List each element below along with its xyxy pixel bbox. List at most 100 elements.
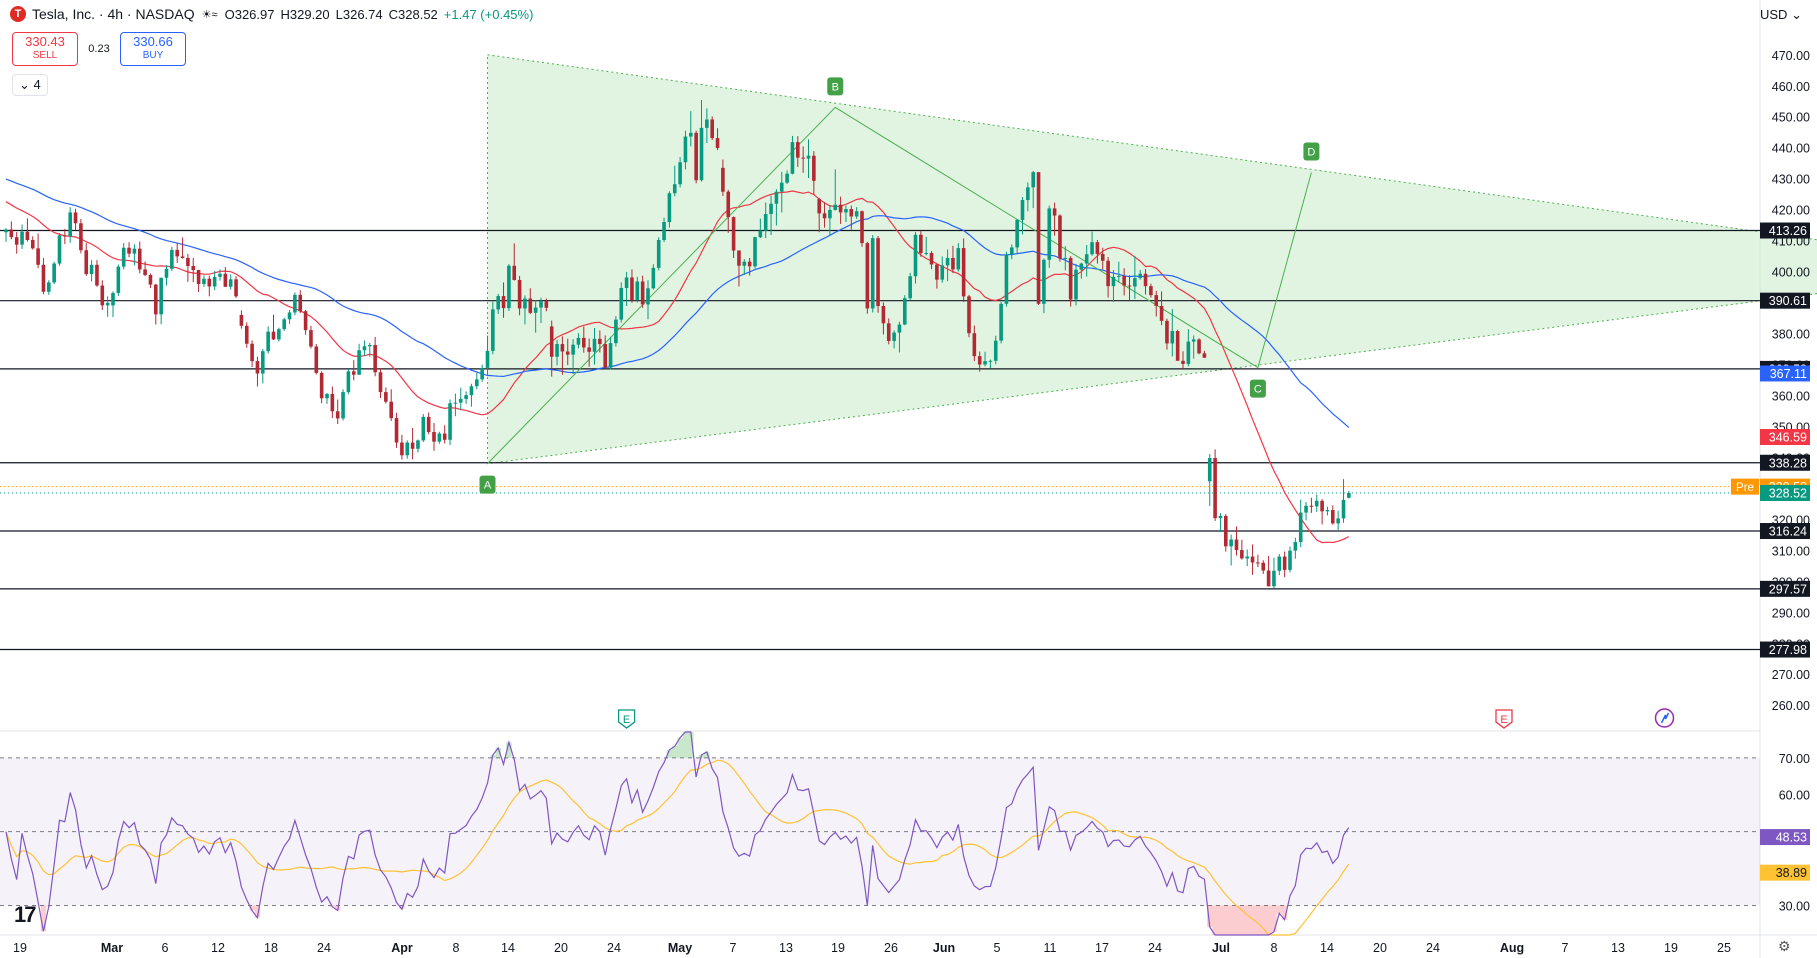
- earnings-label: E: [623, 714, 630, 726]
- candle-body: [212, 276, 217, 287]
- candle-body: [143, 269, 147, 275]
- candle-body: [255, 361, 260, 374]
- candle-body: [335, 411, 340, 419]
- time-tick-label: 24: [607, 941, 621, 955]
- tradingview-logo-icon[interactable]: 17: [14, 902, 37, 928]
- candle-body: [886, 323, 891, 341]
- candle-body: [1133, 278, 1137, 287]
- time-tick-label: 12: [211, 941, 225, 955]
- candle-body: [1304, 505, 1308, 513]
- candle-body: [582, 337, 586, 348]
- candle-body: [763, 213, 768, 231]
- time-tick-label: 13: [779, 941, 793, 955]
- candle-body: [442, 433, 447, 440]
- pattern-label-c: C: [1254, 384, 1262, 396]
- rsi-oversold-fill: [1276, 905, 1282, 914]
- time-tick-label: May: [668, 941, 692, 955]
- candle-body: [903, 298, 907, 325]
- candle-body: [1063, 257, 1068, 259]
- candle-body: [1165, 320, 1169, 344]
- candle-body: [148, 275, 153, 285]
- price-tick-label: 420.00: [1772, 204, 1810, 218]
- candle-body: [1266, 570, 1271, 587]
- candle-body: [1293, 541, 1298, 551]
- time-tick-label: 26: [884, 941, 898, 955]
- candle-body: [742, 261, 747, 266]
- sell-price: 330.43: [25, 34, 65, 49]
- candle-body: [1261, 562, 1266, 571]
- price-tick-label: 260.00: [1772, 699, 1810, 713]
- candle-body: [630, 277, 634, 301]
- candle-body: [400, 442, 404, 456]
- sell-button[interactable]: 330.43 SELL: [12, 32, 78, 66]
- candle-body: [191, 266, 196, 271]
- candle-body: [1090, 242, 1094, 255]
- rsi-oversold-fill: [1265, 905, 1272, 935]
- symbol-title[interactable]: Tesla, Inc. · 4h · NASDAQ: [32, 6, 195, 22]
- candle-body: [271, 331, 276, 340]
- candle-body: [282, 319, 286, 330]
- candle-body: [1186, 341, 1191, 364]
- candle-body: [1191, 339, 1196, 342]
- candle-body: [79, 223, 83, 251]
- candle-body: [1149, 286, 1153, 296]
- rsi-overbought-fill: [682, 732, 689, 758]
- time-tick-label: 6: [162, 941, 169, 955]
- candle-body: [523, 298, 527, 309]
- price-tick-label: 470.00: [1772, 49, 1810, 63]
- candle-body: [202, 278, 206, 284]
- candle-body: [828, 209, 832, 219]
- candle-body: [1047, 208, 1052, 260]
- candle-body: [1154, 295, 1159, 306]
- candle-body: [105, 302, 110, 306]
- candle-body: [330, 393, 335, 412]
- candle-body: [491, 309, 495, 351]
- ohlc-change: +1.47 (+0.45%): [443, 6, 534, 22]
- candle-body: [100, 285, 105, 306]
- candle-body: [309, 330, 313, 347]
- candle-body: [667, 193, 672, 223]
- price-chart[interactable]: ABCDEE260.00270.00280.00290.00300.00310.…: [0, 0, 1817, 958]
- currency-selector[interactable]: USD ⌄: [1760, 7, 1802, 23]
- candle-body: [817, 199, 821, 214]
- candle-body: [228, 279, 233, 287]
- candle-body: [196, 270, 201, 284]
- time-tick-label: 5: [994, 941, 1001, 955]
- candle-body: [57, 235, 62, 264]
- buy-label: BUY: [142, 50, 164, 61]
- candle-body: [180, 256, 185, 258]
- rsi-oversold-fill: [1212, 905, 1218, 935]
- candle-body: [239, 314, 244, 326]
- rsi-tick-label: 60.00: [1779, 789, 1810, 803]
- buy-button[interactable]: 330.66 BUY: [120, 32, 186, 66]
- candle-body: [812, 155, 816, 181]
- candle-body: [111, 292, 115, 306]
- candle-body: [517, 279, 522, 309]
- candle-body: [528, 298, 533, 313]
- candle-body: [507, 265, 511, 309]
- candle-body: [951, 257, 955, 270]
- candle-body: [1138, 273, 1142, 279]
- candle-body: [1052, 208, 1057, 216]
- candle-body: [223, 273, 228, 287]
- candle-body: [796, 142, 800, 158]
- time-tick-label: 7: [730, 941, 737, 955]
- candle-body: [689, 132, 693, 137]
- candle-body: [892, 332, 896, 341]
- candle-body: [790, 142, 795, 174]
- candle-body: [1084, 254, 1089, 264]
- candle-body: [865, 243, 870, 309]
- price-tick-label: 400.00: [1772, 266, 1810, 280]
- candle-body: [838, 204, 843, 213]
- rsi-badge-label: 38.89: [1776, 866, 1807, 880]
- market-status-icon[interactable]: ☀≈: [201, 7, 219, 21]
- candle-body: [448, 403, 452, 440]
- rsi-oversold-fill: [1228, 905, 1234, 935]
- candle-body: [512, 265, 517, 280]
- candle-body: [36, 248, 40, 265]
- candle-body: [721, 167, 725, 192]
- candle-body: [1068, 257, 1073, 300]
- candle-body: [475, 379, 479, 387]
- indicators-collapse-button[interactable]: ⌄ 4: [12, 74, 48, 96]
- gear-icon[interactable]: ⚙: [1778, 938, 1791, 955]
